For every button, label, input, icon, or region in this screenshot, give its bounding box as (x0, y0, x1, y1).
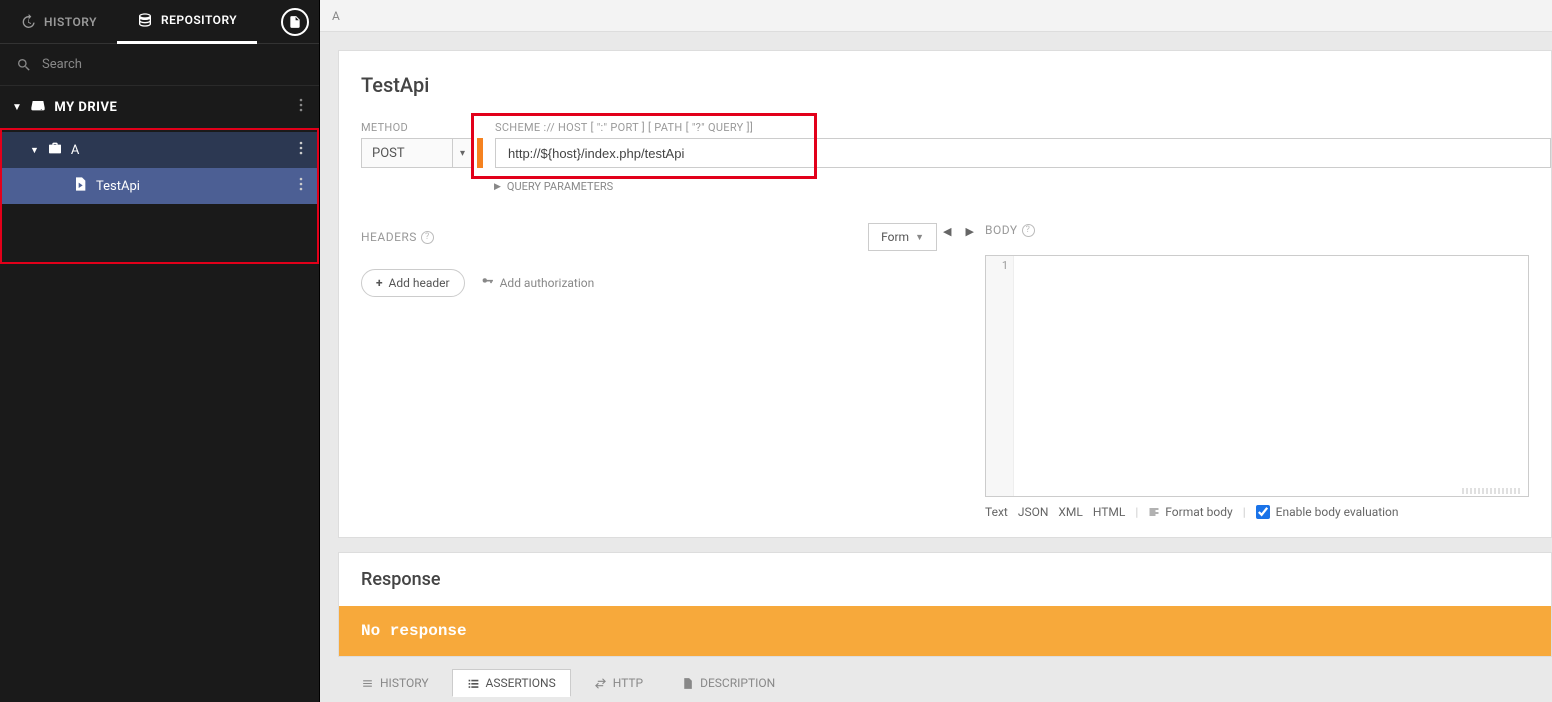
body-label: BODY ? (985, 223, 1035, 237)
tab-repository[interactable]: REPOSITORY (117, 0, 257, 44)
request-row: METHOD POST ▾ SCHEME :// HOST [ ":" PORT… (339, 121, 1551, 168)
divider: | (1243, 505, 1246, 519)
app-root: HISTORY REPOSITORY Search ▼ MY DRIVE (0, 0, 1552, 702)
request-more-button[interactable] (295, 173, 307, 199)
breadcrumb: A (320, 0, 1552, 32)
more-vert-icon (299, 141, 303, 155)
add-authorization-button[interactable]: Add authorization (481, 275, 595, 291)
collapse-right-button[interactable]: ▶ (965, 225, 973, 238)
more-vert-icon (299, 177, 303, 191)
sidebar-project-item[interactable]: ▼ A (2, 132, 317, 168)
annotation-tree-highlight: ▼ A TestApi (0, 128, 319, 264)
headers-format-button[interactable]: Form ▼ (868, 223, 937, 251)
url-label: SCHEME :// HOST [ ":" PORT ] [ PATH [ "?… (495, 121, 1551, 134)
swap-icon (594, 677, 607, 690)
divider: | (1135, 505, 1138, 519)
help-icon[interactable]: ? (1022, 224, 1035, 237)
btab-description[interactable]: DESCRIPTION (666, 669, 790, 697)
project-more-button[interactable] (295, 137, 307, 163)
collapse-left-button[interactable]: ◀ (943, 225, 951, 238)
headers-body-row: HEADERS ? Form ▼ + Add header (339, 223, 1551, 519)
sidebar-request-item[interactable]: TestApi (2, 168, 317, 204)
tab-history-label: HISTORY (44, 15, 97, 29)
caret-down-icon: ▼ (915, 232, 924, 243)
headers-section-head: HEADERS ? Form ▼ (361, 223, 937, 251)
mydrive-label: MY DRIVE (54, 100, 117, 115)
sidebar-section-mydrive[interactable]: ▼ MY DRIVE (0, 86, 319, 128)
no-response-banner: No response (339, 606, 1551, 656)
sidebar-tabs: HISTORY REPOSITORY (0, 0, 319, 44)
search-placeholder: Search (42, 57, 82, 72)
url-input[interactable] (495, 138, 1551, 168)
chevron-right-icon: ▶ (494, 182, 501, 192)
database-icon (137, 12, 153, 28)
body-editor[interactable]: 1 (985, 255, 1529, 497)
response-card: Response No response (338, 552, 1552, 657)
file-plus-icon (288, 15, 302, 29)
query-parameters-toggle[interactable]: ▶ QUERY PARAMETERS (339, 180, 1551, 193)
resize-handle[interactable] (1462, 488, 1522, 494)
format-body-button[interactable]: Format body (1148, 505, 1232, 519)
method-select[interactable]: POST ▾ (361, 138, 473, 168)
align-icon (1148, 506, 1160, 518)
collapse-arrows: ◀ ▶ (943, 225, 974, 238)
body-section-head: BODY ? (985, 223, 1529, 237)
headers-column: HEADERS ? Form ▼ + Add header (361, 223, 951, 519)
search-icon (16, 57, 32, 73)
method-block: METHOD POST ▾ (361, 121, 473, 168)
editor-gutter: 1 (986, 256, 1014, 496)
briefcase-icon (47, 140, 63, 160)
enable-body-eval-checkbox[interactable]: Enable body evaluation (1256, 505, 1399, 519)
check-list-icon (467, 677, 480, 690)
doc-icon (681, 677, 694, 690)
sidebar: HISTORY REPOSITORY Search ▼ MY DRIVE (0, 0, 320, 702)
bottom-tabs: HISTORY ASSERTIONS HTTP DESCRIPTION (338, 661, 1552, 697)
format-text[interactable]: Text (985, 505, 1008, 519)
url-block: SCHEME :// HOST [ ":" PORT ] [ PATH [ "?… (495, 121, 1551, 168)
list-icon (361, 677, 374, 690)
key-icon (481, 275, 494, 291)
file-play-icon (72, 176, 88, 196)
line-number: 1 (986, 259, 1008, 272)
format-html[interactable]: HTML (1093, 505, 1126, 519)
content: TestApi METHOD POST ▾ SCHEME :// HOST [ … (320, 32, 1552, 702)
headers-label: HEADERS ? (361, 230, 434, 244)
plus-icon: + (376, 276, 383, 290)
new-request-button[interactable] (281, 8, 309, 36)
clock-icon (20, 14, 36, 30)
body-toolbar: Text JSON XML HTML | Format body | (985, 505, 1529, 519)
header-actions: + Add header Add authorization (361, 269, 937, 297)
mydrive-more-button[interactable] (295, 94, 307, 120)
method-value: POST (362, 146, 452, 161)
btab-history[interactable]: HISTORY (346, 669, 444, 697)
main-pane: A TestApi METHOD POST ▾ SCHEME :// HOST … (320, 0, 1552, 702)
help-icon[interactable]: ? (421, 231, 434, 244)
tab-history[interactable]: HISTORY (0, 0, 117, 44)
send-indicator[interactable] (477, 138, 483, 168)
editor-area[interactable] (1014, 256, 1528, 496)
format-json[interactable]: JSON (1018, 505, 1049, 519)
chevron-down-icon: ▼ (30, 145, 39, 156)
project-label: A (71, 143, 79, 158)
btab-http[interactable]: HTTP (579, 669, 658, 697)
chevron-down-icon: ▼ (12, 102, 22, 113)
format-xml[interactable]: XML (1058, 505, 1082, 519)
request-label: TestApi (96, 179, 140, 194)
response-title: Response (339, 553, 1551, 606)
more-vert-icon (299, 98, 303, 112)
query-parameters-label: QUERY PARAMETERS (507, 180, 613, 193)
eval-checkbox-input[interactable] (1256, 505, 1270, 519)
body-column: BODY ? 1 Text (951, 223, 1551, 519)
breadcrumb-item[interactable]: A (332, 9, 340, 23)
dropdown-arrow-icon: ▾ (452, 139, 472, 167)
add-header-button[interactable]: + Add header (361, 269, 465, 297)
sidebar-search[interactable]: Search (0, 44, 319, 86)
request-title: TestApi (339, 73, 1551, 97)
btab-assertions[interactable]: ASSERTIONS (452, 669, 571, 697)
tab-repository-label: REPOSITORY (161, 13, 237, 27)
request-card: TestApi METHOD POST ▾ SCHEME :// HOST [ … (338, 50, 1552, 538)
method-label: METHOD (361, 121, 473, 134)
drive-icon (30, 97, 46, 117)
